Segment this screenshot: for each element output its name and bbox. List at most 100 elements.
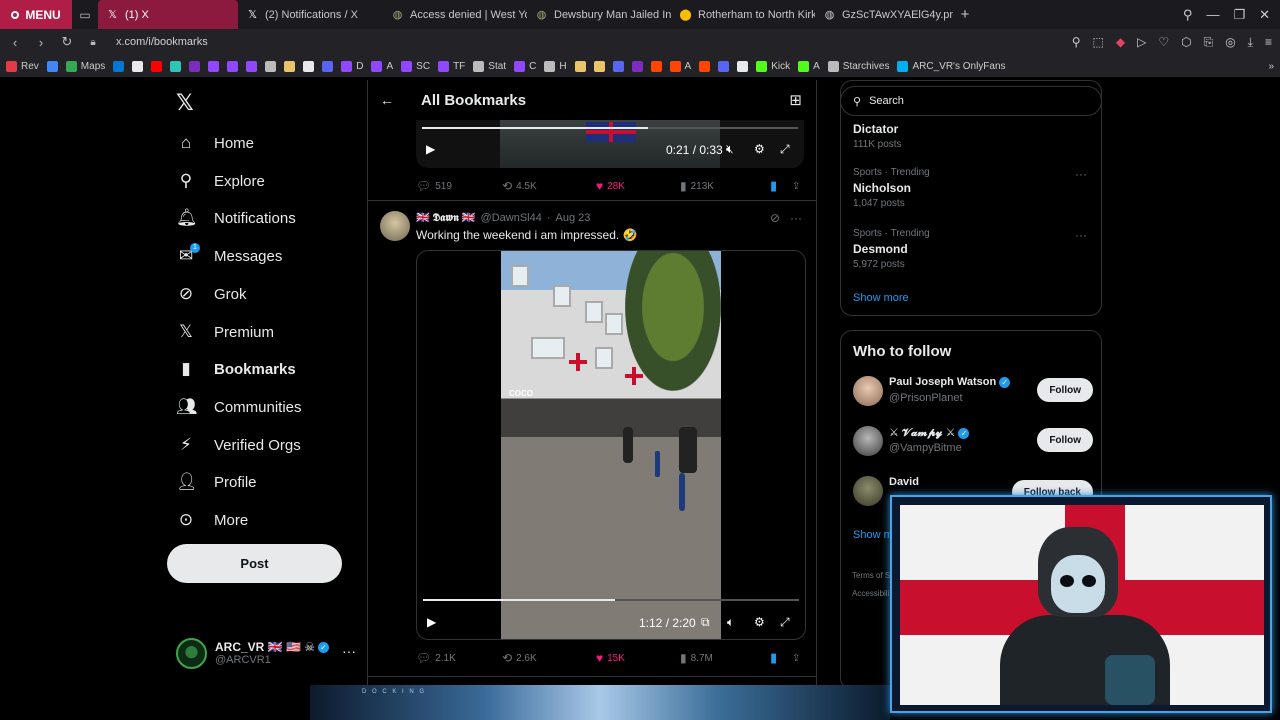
lock-icon[interactable]: 🔒︎ (86, 37, 100, 48)
snapshot-icon[interactable]: ⬚ (1093, 35, 1104, 50)
more-dots-icon[interactable]: ··· (1075, 228, 1087, 242)
bookmark-17[interactable]: SC (401, 60, 430, 72)
follow-suggestion[interactable]: Paul Joseph Watson ✓ @PrisonPlanet Follow (853, 374, 1093, 410)
share-icon[interactable]: ⇪ (792, 653, 800, 664)
bookmark-icon[interactable]: ▮ (770, 178, 777, 194)
captions-icon[interactable]: ⧉ (701, 615, 710, 630)
bookmark-24[interactable] (612, 60, 624, 72)
nav-item-home[interactable]: ⌂ Home (176, 133, 254, 153)
heart-icon[interactable]: ♡ (1158, 35, 1169, 50)
new-tab-button[interactable]: + (953, 6, 977, 23)
nav-item-communities[interactable]: 👥︎ Communities (176, 397, 302, 417)
bookmark-32[interactable]: A (798, 60, 820, 72)
follow-button[interactable]: Follow (1037, 428, 1093, 452)
browser-tab-6[interactable]: ◍ GzScTAwXYAElG4y.png ( (815, 0, 953, 29)
browser-tab-1[interactable]: 𝕏 (1) X (98, 0, 238, 29)
follow-suggestion[interactable]: ⚔ 𝓥𝓪𝓶𝓹𝔂 ⚔ ✓ @VampyBitme Follow (853, 424, 1093, 460)
bookmark-icon[interactable]: ▮ (770, 650, 777, 666)
reload-icon[interactable]: ↻ (60, 34, 74, 50)
bookmark-31[interactable]: Kick (756, 60, 790, 72)
browser-tab-2[interactable]: 𝕏 (2) Notifications / X (238, 0, 383, 29)
volume-icon[interactable]: 🔈︎ (727, 615, 734, 630)
browser-menu-button[interactable]: MENU (0, 0, 72, 29)
views-button[interactable]: ▮ 8.7M (680, 651, 713, 665)
bookmark-25[interactable] (631, 60, 643, 72)
bookmark-10[interactable] (246, 60, 258, 72)
bookmark-19[interactable]: Stat (473, 60, 506, 72)
reply-button[interactable]: 💬︎ 2.1K (416, 651, 456, 665)
fullscreen-icon[interactable]: ⤢ (780, 615, 790, 630)
bookmark-21[interactable]: H (544, 60, 567, 72)
bookmark-8[interactable] (208, 60, 220, 72)
more-dots-icon[interactable]: ··· (790, 211, 802, 225)
easy-setup-icon[interactable]: ≡ (1265, 35, 1272, 50)
bookmark-28[interactable] (699, 60, 711, 72)
avatar[interactable] (380, 211, 410, 241)
play-icon[interactable]: ▶ (426, 142, 435, 156)
bookmark-2[interactable]: Maps (65, 60, 105, 72)
bookmark-14[interactable] (322, 60, 334, 72)
video-progress-bar[interactable] (423, 599, 799, 601)
post-button[interactable]: Post (167, 544, 342, 583)
forward-icon[interactable]: › (34, 35, 48, 50)
vpn-icon[interactable]: ⎘ (1204, 35, 1214, 50)
back-icon[interactable]: ‹ (8, 35, 22, 50)
grok-icon[interactable]: ⊘ (770, 211, 780, 225)
share-icon[interactable]: ⇪ (792, 181, 800, 192)
more-dots-icon[interactable]: ··· (1075, 167, 1087, 181)
repost-button[interactable]: ⟲ 4.5K (502, 179, 537, 193)
mute-icon[interactable]: 🔇︎ (726, 142, 734, 157)
nav-item-notifications[interactable]: 🔔︎ Notifications (176, 208, 296, 228)
show-more-link[interactable]: Show m (853, 529, 893, 541)
more-dots-icon[interactable]: ··· (342, 643, 356, 659)
back-arrow-icon[interactable]: ← (380, 92, 394, 108)
bookmark-34[interactable]: ARC_VR's OnlyFans (897, 60, 1006, 72)
url-field[interactable]: x.com/i/bookmarks (116, 36, 208, 48)
play-icon[interactable]: ▶ (427, 615, 436, 629)
browser-tab-5[interactable]: ⬤ Rotherham to North Kirkle (671, 0, 815, 29)
video-progress-bar[interactable] (422, 127, 798, 129)
show-more-link[interactable]: Show more (853, 292, 909, 304)
x-logo-icon[interactable]: 𝕏 (176, 90, 194, 116)
bookmark-9[interactable] (227, 60, 239, 72)
accessibility-link[interactable]: Accessibili (852, 589, 889, 598)
like-button[interactable]: ♥ 28K (596, 179, 625, 193)
bookmark-1[interactable] (46, 60, 58, 72)
bookmark-26[interactable] (650, 60, 662, 72)
fullscreen-icon[interactable]: ⤢ (780, 142, 790, 157)
bookmark-27[interactable]: A (669, 60, 691, 72)
bookmark-33[interactable]: Starchives (827, 60, 889, 72)
bookmark-12[interactable] (284, 60, 296, 72)
maximize-icon[interactable]: ❐ (1233, 7, 1245, 23)
bookmark-22[interactable] (574, 60, 586, 72)
trend-item[interactable]: Dictator 111K posts (853, 119, 1093, 150)
pin-icon[interactable]: ⚲ (1072, 35, 1081, 50)
like-button[interactable]: ♥ 15K (596, 651, 625, 665)
nav-item-more[interactable]: ⊙ More (176, 510, 248, 530)
minimize-icon[interactable]: — (1206, 7, 1219, 23)
pocket-icon[interactable]: ◆ (1116, 35, 1125, 50)
play-icon[interactable]: ▷ (1137, 35, 1146, 50)
account-icon[interactable]: ◎ (1225, 35, 1235, 50)
search-tabs-icon[interactable]: ⚲ (1183, 7, 1193, 23)
bookmark-6[interactable] (170, 60, 182, 72)
bookmark-20[interactable]: C (514, 60, 536, 72)
bookmark-folder-add-icon[interactable]: ⊞ (789, 91, 802, 109)
bookmark-18[interactable]: TF (438, 60, 465, 72)
author-handle[interactable]: @DawnSl44 (481, 212, 542, 224)
workspaces-icon[interactable]: ▭ (72, 0, 98, 29)
nav-item-grok[interactable]: ⊘ Grok (176, 284, 247, 304)
bookmark-0[interactable]: Rev (6, 60, 39, 72)
post-date[interactable]: Aug 23 (556, 212, 591, 224)
nav-item-verified-orgs[interactable]: ⚡︎ Verified Orgs (176, 435, 301, 455)
nav-item-premium[interactable]: 𝕏 Premium (176, 322, 274, 342)
bookmark-7[interactable] (189, 60, 201, 72)
close-icon[interactable]: ✕ (1259, 7, 1270, 23)
views-button[interactable]: ▮ 213K (680, 179, 714, 193)
bookmark-4[interactable] (132, 60, 144, 72)
reply-button[interactable]: 💬︎ 519 (416, 179, 452, 193)
video-player[interactable]: COCO ▶ 1:12 / 2:20 ⧉ 🔈︎ ⚙ ⤢ (416, 250, 806, 640)
nav-item-explore[interactable]: ⚲ Explore (176, 171, 265, 191)
author-name[interactable]: 🇬🇧 𝕯𝖆𝖜𝖓 🇬🇧 (416, 211, 476, 225)
bookmark-15[interactable]: D (341, 60, 363, 72)
